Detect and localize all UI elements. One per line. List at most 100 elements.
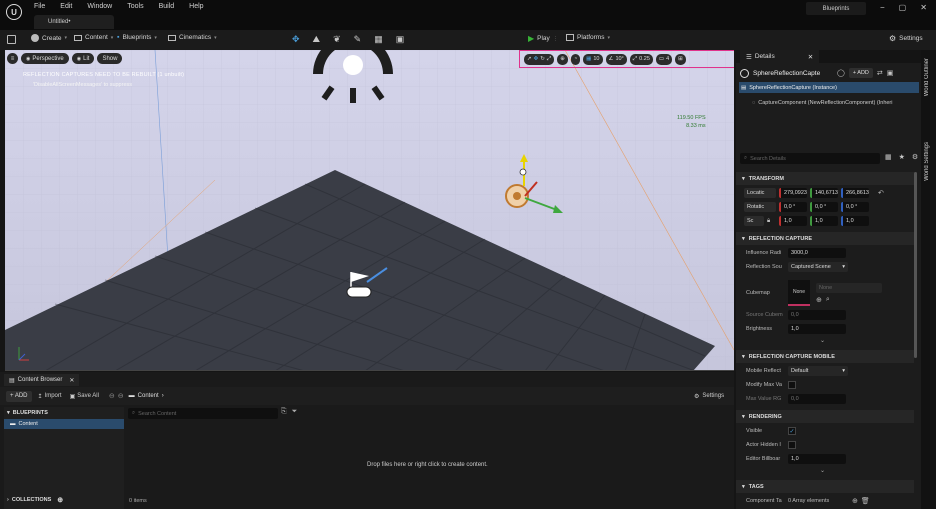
options-icon[interactable]: ▣ — [887, 69, 894, 77]
scale-icon[interactable]: ⤢ — [547, 56, 551, 63]
component-tree-root[interactable]: ▤ SphereReflectionCapture (Instance) — [739, 82, 919, 93]
modify-max-checkbox[interactable] — [788, 381, 796, 389]
content-search-input[interactable]: Search Content — [138, 411, 176, 417]
settings-button[interactable]: ⚙ Settings — [889, 34, 923, 43]
blueprints-tree-header[interactable]: ▾ BLUEPRINTS — [4, 407, 124, 419]
scale-x[interactable]: 1,0 — [779, 216, 807, 226]
save-icon[interactable] — [7, 35, 16, 44]
close-tab-icon[interactable]: ✕ — [808, 53, 813, 61]
filter-icon[interactable]: ⏷ — [292, 408, 298, 416]
play-button[interactable]: ▶ Play ⋮ — [528, 34, 558, 43]
scale-lock-icon[interactable]: 🔒︎ — [767, 218, 776, 225]
location-y[interactable]: 140,6713 — [810, 188, 838, 198]
save-all-button[interactable]: ▣ Save All — [70, 393, 99, 400]
location-label[interactable]: Locatic — [744, 188, 776, 198]
asset-view[interactable]: Drop files here or right click to create… — [128, 422, 732, 506]
back-icon[interactable]: ⊖ — [109, 392, 115, 400]
browse-icon[interactable]: ⌕ — [826, 296, 830, 304]
close-window-button[interactable]: ✕ — [920, 3, 927, 12]
import-button[interactable]: ↥ Import — [38, 393, 62, 400]
scale-z[interactable]: 1,0 — [841, 216, 869, 226]
grid-snap-button[interactable]: ▦ 10 — [583, 53, 603, 65]
menu-tools[interactable]: Tools — [127, 3, 143, 10]
details-search-input[interactable]: Search Details — [750, 156, 786, 162]
surface-snap-toggle[interactable]: ◔ — [570, 53, 581, 65]
save-search-icon[interactable]: ⎘ — [281, 408, 287, 416]
world-local-toggle[interactable]: ⊕ — [557, 53, 568, 65]
mobile-reflection-select[interactable]: Default ▾ — [788, 366, 848, 376]
path-breadcrumb[interactable]: ▬ Content › — [129, 393, 164, 399]
minimize-button[interactable]: − — [880, 3, 885, 12]
create-button[interactable]: Create ▾ — [31, 34, 67, 42]
maximize-viewport-button[interactable]: ⊞ — [675, 53, 686, 65]
details-search[interactable]: ⌕ Search Details — [740, 153, 880, 164]
select-cursor-icon[interactable]: ➚ — [527, 56, 532, 62]
max-value-input[interactable]: 0,0 — [788, 394, 846, 404]
platforms-button[interactable]: Platforms ▾ — [566, 34, 610, 41]
details-scrollbar[interactable] — [914, 172, 917, 358]
reset-icon[interactable]: ↶ — [878, 189, 884, 197]
select-mode-icon[interactable]: ✥ — [292, 34, 300, 45]
transform-section[interactable]: ▾ TRANSFORM — [736, 172, 914, 185]
lock-icon[interactable]: ◯ — [837, 69, 845, 77]
brightness-input[interactable]: 1,0 — [788, 324, 846, 334]
rotation-y[interactable]: 0,0 ° — [810, 202, 838, 212]
settings-gear-icon[interactable]: ⚙ — [912, 153, 918, 161]
location-z[interactable]: 266,8613 — [841, 188, 869, 198]
scale-label[interactable]: Sc — [744, 216, 764, 226]
perspective-button[interactable]: ◉ Perspective — [21, 53, 69, 64]
menu-window[interactable]: Window — [87, 3, 112, 10]
reflection-capture-section[interactable]: ▾ REFLECTION CAPTURE — [736, 232, 914, 245]
cinematics-button[interactable]: Cinematics ▾ — [168, 34, 217, 41]
cubemap-thumbnail[interactable]: None — [788, 280, 810, 306]
lit-button[interactable]: ◉ Lit — [71, 53, 95, 64]
details-tab[interactable]: ☰ Details ✕ — [740, 50, 820, 63]
grid-view-icon[interactable]: ▦ — [885, 153, 892, 161]
influence-radius-input[interactable]: 3000,0 — [788, 248, 846, 258]
foliage-mode-icon[interactable]: ❦ — [333, 34, 341, 45]
level-viewport[interactable]: ≡ ◉ Perspective ◉ Lit Show REFLECTION CA… — [5, 50, 734, 371]
menu-help[interactable]: Help — [189, 3, 203, 10]
expand-advanced-icon[interactable]: ⌄ — [820, 337, 825, 344]
favorites-icon[interactable]: ★ — [899, 153, 905, 161]
camera-speed-button[interactable]: ▭ 4 — [655, 53, 673, 65]
add-element-icon[interactable]: ⊕ — [852, 497, 858, 505]
expand-advanced-icon[interactable]: ⌄ — [820, 467, 825, 474]
world-settings-tab[interactable]: World Settings — [924, 142, 930, 181]
fracture-mode-icon[interactable]: ▦ — [374, 34, 383, 45]
landscape-mode-icon[interactable]: ⛰ — [313, 34, 321, 45]
source-cubemap-input[interactable]: 0,0 — [788, 310, 846, 320]
blueprints-button[interactable]: ▪ Blueprints ▾ — [117, 34, 157, 41]
reflection-source-select[interactable]: Captured Scene ▾ — [788, 262, 848, 272]
tags-section[interactable]: ▾ TAGS — [736, 480, 914, 493]
menu-edit[interactable]: Edit — [60, 3, 72, 10]
content-settings-button[interactable]: ⚙ Settings — [694, 393, 724, 400]
mesh-paint-icon[interactable]: ✎ — [354, 34, 362, 45]
rendering-section[interactable]: ▾ RENDERING — [736, 410, 914, 423]
rotation-z[interactable]: 0,0 ° — [841, 202, 869, 212]
viewport-menu-icon[interactable]: ≡ — [7, 53, 18, 64]
collections-header[interactable]: › COLLECTIONS ⊕ — [4, 494, 63, 506]
component-tree-item[interactable]: ◌ CaptureComponent (NewReflectionCompone… — [752, 97, 920, 108]
close-tab-icon[interactable]: ✕ — [69, 377, 74, 384]
location-x[interactable]: 279,0923 — [779, 188, 807, 198]
rotation-label[interactable]: Rotatic — [744, 202, 776, 212]
move-icon[interactable]: ✥ — [534, 56, 539, 62]
add-collection-icon[interactable]: ⊕ — [57, 496, 63, 504]
actor-name[interactable]: SphereReflectionCapte — [753, 70, 833, 77]
maximize-button[interactable]: ▢ — [899, 3, 907, 12]
rotation-snap-button[interactable]: ∠ 10° — [605, 53, 627, 65]
cubemap-select[interactable]: None — [816, 282, 882, 293]
blueprint-convert-icon[interactable]: ⇄ — [877, 69, 883, 77]
menu-build[interactable]: Build — [159, 3, 175, 10]
show-button[interactable]: Show — [97, 53, 123, 64]
add-component-button[interactable]: + ADD — [848, 68, 873, 78]
more-options-icon[interactable]: ⋮ — [553, 36, 558, 42]
world-outliner-tab[interactable]: World Outliner — [924, 58, 930, 96]
scale-y[interactable]: 1,0 — [810, 216, 838, 226]
content-button[interactable]: Content ▾ — [74, 34, 113, 41]
content-browser-tab[interactable]: ▤ Content Browser ✕ — [4, 374, 80, 386]
level-tab[interactable]: Untitled• — [34, 15, 114, 29]
brush-edit-icon[interactable]: ▣ — [396, 34, 405, 45]
scale-snap-button[interactable]: ⤢ 0.25 — [629, 53, 653, 65]
